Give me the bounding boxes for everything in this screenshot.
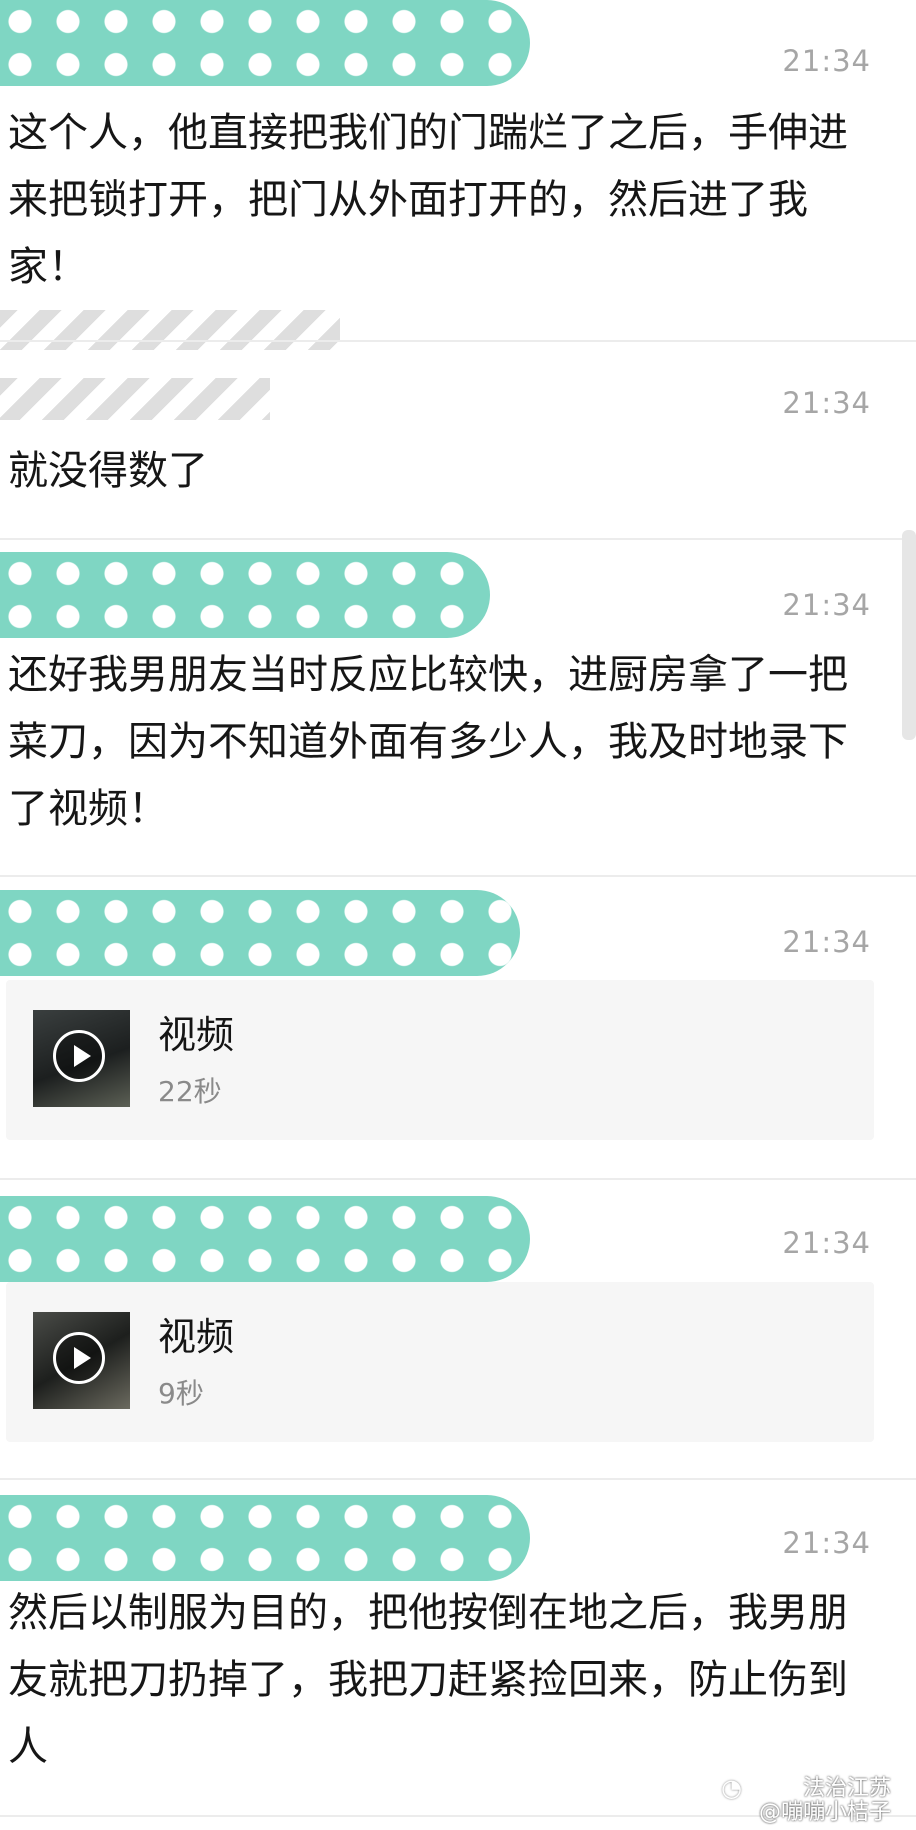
message-time: 21:34 xyxy=(782,1526,871,1560)
video-card[interactable]: 视频 22秒 xyxy=(6,980,874,1140)
video-thumbnail[interactable] xyxy=(33,1010,130,1107)
message-text: 然后以制服为目的，把他按倒在地之后，我男朋友就把刀扔掉了，我把刀赶紧捡回来，防止… xyxy=(8,1590,848,1770)
weibo-icon: ◔ xyxy=(721,1774,742,1802)
video-duration: 22秒 xyxy=(158,1075,222,1108)
play-icon xyxy=(53,1030,105,1082)
redaction-mask xyxy=(0,890,520,976)
watermark: ◔ 法治江苏 @嘣嘣小桔子 xyxy=(721,1770,891,1825)
message-time: 21:34 xyxy=(782,588,871,622)
message-time: 21:34 xyxy=(782,925,871,959)
video-duration: 9秒 xyxy=(158,1377,204,1410)
message-text: 这个人，他直接把我们的门踹烂了之后，手伸进来把锁打开，把门从外面打开的，然后进了… xyxy=(8,110,848,290)
divider xyxy=(0,875,916,877)
redaction-mask xyxy=(0,310,340,350)
message-text: 还好我男朋友当时反应比较快，进厨房拿了一把菜刀，因为不知道外面有多少人，我及时地… xyxy=(8,652,848,832)
video-title: 视频 xyxy=(158,1013,235,1057)
video-title: 视频 xyxy=(158,1315,235,1359)
message-time: 21:34 xyxy=(782,386,871,420)
divider xyxy=(0,1178,916,1180)
message-text: 就没得数了 xyxy=(8,448,208,494)
scrollbar[interactable] xyxy=(902,530,916,740)
redaction-mask xyxy=(0,1495,530,1581)
message-time: 21:34 xyxy=(782,1226,871,1260)
redaction-mask xyxy=(0,552,490,638)
play-icon xyxy=(53,1332,105,1384)
redaction-mask xyxy=(0,378,270,420)
redaction-mask xyxy=(0,0,530,86)
divider xyxy=(0,340,916,342)
video-card[interactable]: 视频 9秒 xyxy=(6,1282,874,1442)
video-thumbnail[interactable] xyxy=(33,1312,130,1409)
divider xyxy=(0,538,916,540)
divider xyxy=(0,1478,916,1480)
redaction-mask xyxy=(0,1196,530,1282)
message-time: 21:34 xyxy=(782,44,871,78)
watermark-user: @嘣嘣小桔子 xyxy=(758,1800,891,1825)
